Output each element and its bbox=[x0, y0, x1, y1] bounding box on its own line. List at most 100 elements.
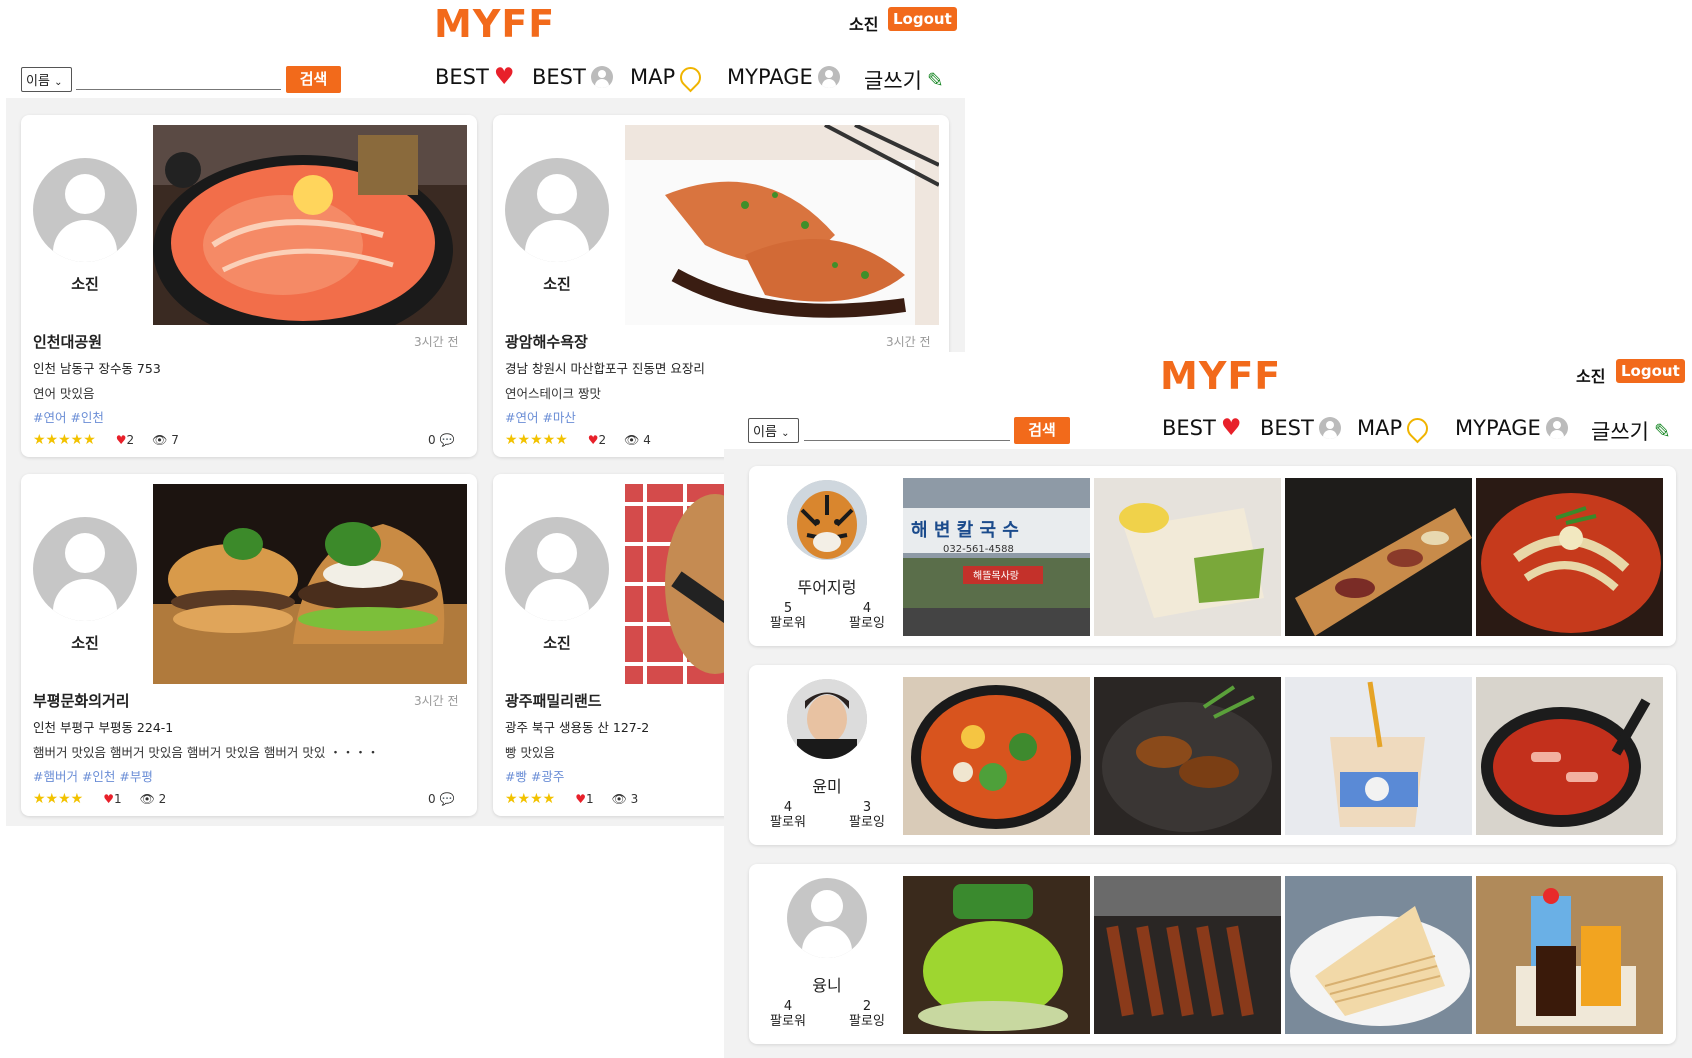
post-title[interactable]: 인천대공원 bbox=[33, 331, 102, 352]
search-button[interactable]: 검색 bbox=[1014, 417, 1070, 444]
food-thumbnail[interactable] bbox=[1285, 677, 1472, 835]
post-tags[interactable]: #연어 #마산 bbox=[505, 407, 576, 426]
map-pin-icon bbox=[1402, 413, 1433, 443]
charcuterie-photo bbox=[1285, 478, 1472, 636]
nav-label: MYPAGE bbox=[727, 65, 813, 89]
comments[interactable]: 0 💬 bbox=[428, 433, 454, 447]
cheesecake-photo bbox=[1094, 478, 1281, 636]
avatar[interactable] bbox=[787, 480, 867, 560]
search-type-select[interactable]: 이름 ⌄ bbox=[21, 67, 72, 92]
search-input[interactable] bbox=[804, 420, 1010, 441]
user-row[interactable]: 윤미 4 팔로워 3 팔로잉 bbox=[749, 665, 1676, 845]
logout-button[interactable]: Logout bbox=[888, 7, 957, 31]
post-photo[interactable] bbox=[153, 484, 467, 684]
post-address: 광주 북구 생용동 산 127-2 bbox=[505, 720, 650, 735]
iced-drink-photo bbox=[1285, 677, 1472, 835]
comments[interactable]: 0 💬 bbox=[428, 792, 454, 806]
food-thumbnail[interactable] bbox=[1094, 478, 1281, 636]
pencil-icon: ✎ bbox=[926, 68, 944, 92]
post-tags[interactable]: #빵 #광주 bbox=[505, 766, 564, 785]
following[interactable]: 4 팔로잉 bbox=[837, 601, 897, 631]
likes: ♥2 bbox=[116, 433, 134, 447]
user-row[interactable]: 융니 4 팔로워 2 팔로잉 bbox=[749, 864, 1676, 1044]
comment-icon: 💬 bbox=[439, 433, 455, 447]
user-icon bbox=[817, 66, 840, 88]
salmon-photo bbox=[153, 125, 467, 325]
eye-icon: 👁 bbox=[624, 433, 640, 447]
post-title[interactable]: 광암해수욕장 bbox=[505, 331, 588, 352]
post-card[interactable]: 소진 부평문화의거리 3시간 전 인천 부평구 부평동 224-1 햄버거 맛있… bbox=[21, 474, 477, 816]
user-icon bbox=[1545, 417, 1568, 439]
nav-map[interactable]: MAP bbox=[630, 62, 706, 92]
user-name[interactable]: 뚜어지렁 bbox=[767, 574, 887, 598]
search-input[interactable] bbox=[76, 69, 281, 90]
nav-best-likes[interactable]: BEST ♥ bbox=[435, 65, 514, 89]
sign-phone: 032-561-4588 bbox=[943, 544, 1014, 555]
user-name[interactable]: 융니 bbox=[767, 972, 887, 996]
nav-best-users[interactable]: BEST bbox=[1260, 416, 1341, 440]
food-thumbnail[interactable] bbox=[1476, 677, 1663, 835]
nav-write[interactable]: 글쓰기 ✎ bbox=[864, 65, 944, 95]
follower-count: 5 bbox=[783, 601, 793, 616]
eye-icon: 👁 bbox=[611, 792, 627, 806]
author-name: 소진 bbox=[71, 634, 99, 652]
search-type-select[interactable]: 이름 ⌄ bbox=[748, 418, 799, 443]
food-thumbnail[interactable] bbox=[1285, 478, 1472, 636]
food-thumbnail[interactable] bbox=[1285, 876, 1472, 1034]
views: 👁 7 bbox=[152, 433, 179, 447]
logout-button[interactable]: Logout bbox=[1616, 359, 1685, 383]
likes: ♥2 bbox=[588, 433, 606, 447]
post-tags[interactable]: #연어 #인천 bbox=[33, 407, 104, 426]
post-photo[interactable] bbox=[625, 125, 939, 325]
food-thumbnail[interactable] bbox=[903, 677, 1090, 835]
nav-best-users[interactable]: BEST bbox=[532, 65, 613, 89]
restaurant-photo: 해 변 칼 국 수 032-561-4588 해뜰목사랑 bbox=[903, 478, 1090, 636]
food-thumbnail[interactable]: 해 변 칼 국 수 032-561-4588 해뜰목사랑 bbox=[903, 478, 1090, 636]
following-label: 팔로잉 bbox=[849, 1014, 885, 1029]
post-stats: ★★★★ ♥1 👁 3 bbox=[505, 791, 638, 807]
nav-label: MAP bbox=[630, 65, 676, 89]
like-count: 1 bbox=[113, 792, 122, 806]
post-title[interactable]: 부평문화의거리 bbox=[33, 690, 130, 711]
cold-noodle-photo bbox=[1476, 478, 1663, 636]
followers[interactable]: 4 팔로워 bbox=[758, 999, 818, 1029]
sign-text: 해 변 칼 국 수 bbox=[911, 520, 1019, 541]
person-avatar bbox=[787, 679, 867, 759]
following-count: 4 bbox=[862, 601, 872, 616]
search-type-value: 이름 bbox=[753, 425, 777, 440]
food-thumbnail[interactable] bbox=[1094, 677, 1281, 835]
tiger-avatar bbox=[787, 480, 867, 560]
post-card[interactable]: 소진 인천대공원 3시간 전 인천 남동구 장수동 753 연어 맛있음 #연어… bbox=[21, 115, 477, 457]
nav-label: 글쓰기 bbox=[864, 69, 922, 93]
nav-write[interactable]: 글쓰기 ✎ bbox=[1591, 416, 1671, 446]
following-count: 3 bbox=[862, 800, 872, 815]
food-thumbnail[interactable] bbox=[903, 876, 1090, 1034]
user-row[interactable]: 뚜어지렁 5 팔로워 4 팔로잉 해 변 칼 국 수 032-561-4588 해뜰… bbox=[749, 466, 1676, 646]
food-thumbnail[interactable] bbox=[1476, 876, 1663, 1034]
pencil-icon: ✎ bbox=[1653, 419, 1671, 443]
comment-count: 0 bbox=[428, 792, 436, 806]
post-title[interactable]: 광주패밀리랜드 bbox=[505, 690, 602, 711]
logo[interactable]: MYFF bbox=[434, 2, 555, 46]
chevron-down-icon: ⌄ bbox=[781, 428, 790, 439]
post-tags[interactable]: #햄버거 #인천 #부평 bbox=[33, 766, 153, 785]
avatar[interactable] bbox=[787, 679, 867, 759]
avatar bbox=[505, 158, 609, 262]
followers[interactable]: 4 팔로워 bbox=[758, 800, 818, 830]
food-thumbnail[interactable] bbox=[1476, 478, 1663, 636]
post-photo[interactable] bbox=[153, 125, 467, 325]
logo[interactable]: MYFF bbox=[1160, 354, 1281, 398]
user-name[interactable]: 윤미 bbox=[767, 773, 887, 797]
following[interactable]: 3 팔로잉 bbox=[837, 800, 897, 830]
avatar[interactable] bbox=[787, 878, 867, 958]
following[interactable]: 2 팔로잉 bbox=[837, 999, 897, 1029]
like-count: 2 bbox=[598, 433, 607, 447]
followers[interactable]: 5 팔로워 bbox=[758, 601, 818, 631]
search-button[interactable]: 검색 bbox=[286, 66, 341, 93]
food-thumbnail[interactable] bbox=[1094, 876, 1281, 1034]
nav-mypage[interactable]: MYPAGE bbox=[727, 65, 840, 89]
nav-best-likes[interactable]: BEST ♥ bbox=[1162, 416, 1241, 440]
nav-mypage[interactable]: MYPAGE bbox=[1455, 416, 1568, 440]
view-count: 3 bbox=[630, 792, 639, 806]
nav-map[interactable]: MAP bbox=[1357, 413, 1433, 443]
